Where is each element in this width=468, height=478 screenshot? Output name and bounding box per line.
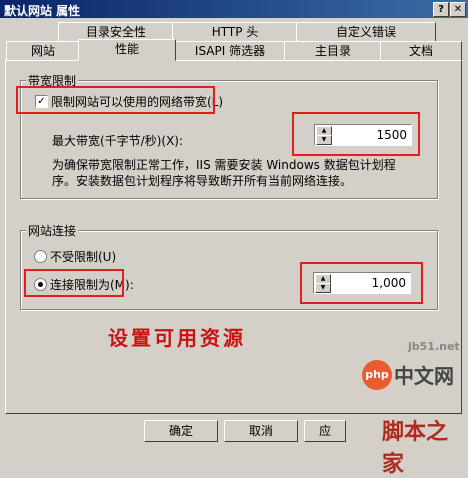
tab-http-headers[interactable]: HTTP 头: [172, 22, 298, 42]
annotation-text: 设置可用资源: [108, 326, 246, 350]
ok-button[interactable]: 确定: [144, 420, 218, 442]
watermark-brand: 脚本之家: [382, 420, 449, 477]
bandwidth-desc-2: 序。安装数据包计划程序将导致断开所有当前网络连接。: [52, 174, 353, 188]
highlight-limit-radio: [24, 269, 124, 297]
unlimited-radio[interactable]: [34, 250, 47, 263]
tab-custom-errors[interactable]: 自定义错误: [296, 22, 436, 42]
highlight-max-bandwidth: [292, 112, 420, 156]
tab-performance[interactable]: 性能: [78, 39, 176, 61]
close-button[interactable]: ✕: [450, 2, 466, 17]
help-button[interactable]: ?: [433, 2, 449, 17]
highlight-connection-limit: [300, 262, 423, 304]
highlight-checkbox: [16, 86, 215, 114]
title-bar: 默认网站 属性 ? ✕: [0, 0, 468, 18]
max-bandwidth-label: 最大带宽(千字节/秒)(X):: [52, 134, 184, 148]
bandwidth-desc-1: 为确保带宽限制正常工作，IIS 需要安装 Windows 数据包计划程: [52, 158, 396, 172]
connections-legend: 网站连接: [26, 222, 79, 239]
tab-documents[interactable]: 文档: [380, 41, 462, 61]
unlimited-label: 不受限制(U): [50, 250, 117, 264]
tab-home-directory[interactable]: 主目录: [284, 41, 382, 61]
apply-button[interactable]: 应: [304, 420, 346, 442]
watermark-php: php: [362, 360, 392, 390]
window-title: 默认网站 属性: [4, 4, 81, 18]
watermark-php-cn: 中文网: [394, 364, 454, 388]
cancel-button[interactable]: 取消: [224, 420, 298, 442]
watermark-site: jb51.net: [408, 340, 460, 353]
tab-isapi-filters[interactable]: ISAPI 筛选器: [174, 41, 286, 61]
tab-website[interactable]: 网站: [6, 41, 80, 61]
